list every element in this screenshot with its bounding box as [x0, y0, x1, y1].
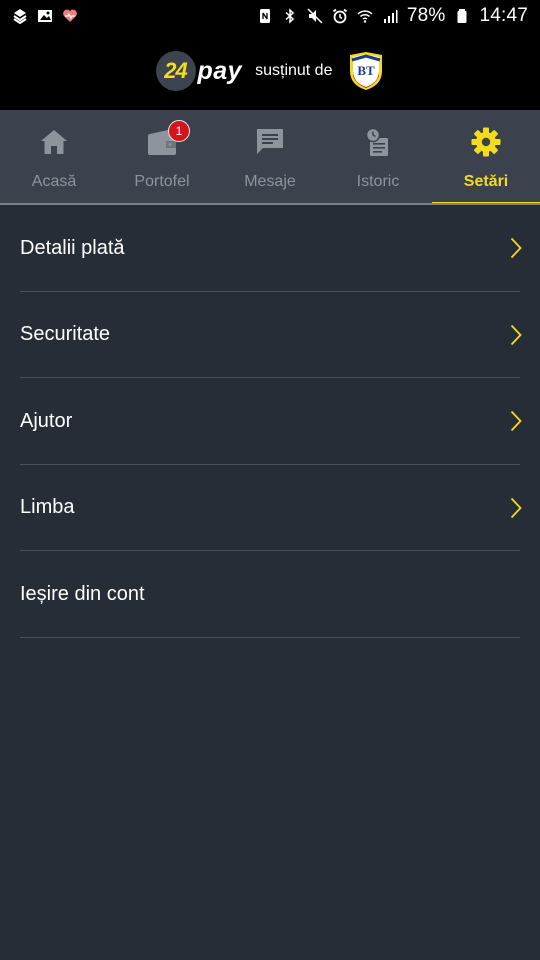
wifi-icon [357, 8, 373, 24]
chevron-right-icon [510, 324, 522, 346]
tab-settings-label: Setări [463, 173, 509, 190]
menu-item-help[interactable]: Ajutor [0, 378, 540, 465]
bluetooth-icon [282, 8, 298, 24]
main-tabs: Acasă 1 Portofel Mesaje Istoric Setări [0, 110, 540, 205]
chevron-right-icon [510, 410, 522, 432]
menu-item-label: Ajutor [20, 409, 73, 432]
home-icon [36, 126, 72, 158]
menu-item-payment-details[interactable]: Detalii plată [0, 205, 540, 292]
status-bar: 78% 14:47 [0, 0, 540, 32]
message-icon [252, 126, 288, 158]
tab-home[interactable]: Acasă [0, 110, 108, 204]
chevron-right-icon [510, 237, 522, 259]
status-right: 78% 14:47 [257, 5, 528, 27]
status-left [12, 8, 78, 24]
health-icon [62, 8, 78, 24]
tab-history-label: Istoric [356, 173, 400, 190]
tab-home-label: Acasă [31, 173, 77, 190]
battery-icon [454, 8, 470, 24]
tab-wallet-label: Portofel [134, 173, 190, 190]
app-logo-word: pay [197, 56, 243, 85]
mute-icon [307, 8, 323, 24]
settings-menu: Detalii plată Securitate Ajutor Limba Ie… [0, 205, 540, 638]
clock: 14:47 [479, 5, 528, 26]
app-header: 24 pay susținut de BT [0, 32, 540, 110]
menu-item-security[interactable]: Securitate [0, 292, 540, 379]
menu-item-label: Limba [20, 496, 75, 519]
gallery-icon [37, 8, 53, 24]
tab-messages-label: Mesaje [244, 173, 296, 190]
menu-item-label: Securitate [20, 323, 111, 346]
app-notification-icon [12, 8, 28, 24]
tab-messages[interactable]: Mesaje [216, 110, 324, 204]
chevron-right-icon [510, 497, 522, 519]
bt-logo: BT [350, 52, 383, 90]
app-logo: 24 [155, 51, 196, 91]
battery-percent: 78% [406, 5, 446, 26]
menu-item-logout[interactable]: Ieșire din cont [0, 551, 540, 638]
menu-item-language[interactable]: Limba [0, 465, 540, 552]
tab-wallet[interactable]: 1 Portofel [108, 110, 216, 204]
tab-settings[interactable]: Setări [432, 110, 540, 205]
tab-history[interactable]: Istoric [324, 110, 432, 204]
history-icon [360, 126, 396, 158]
supported-by-label: susținut de [255, 62, 333, 79]
signal-icon [382, 8, 398, 24]
nfc-icon [257, 8, 273, 24]
wallet-badge: 1 [168, 120, 190, 142]
bt-logo-text: BT [358, 63, 376, 78]
brand: 24 pay susținut de BT [155, 51, 385, 91]
alarm-icon [332, 8, 348, 24]
wallet-icon: 1 [144, 120, 190, 158]
gear-icon [468, 126, 504, 158]
menu-item-label: Detalii plată [20, 236, 125, 259]
menu-item-label: Ieșire din cont [20, 582, 145, 605]
